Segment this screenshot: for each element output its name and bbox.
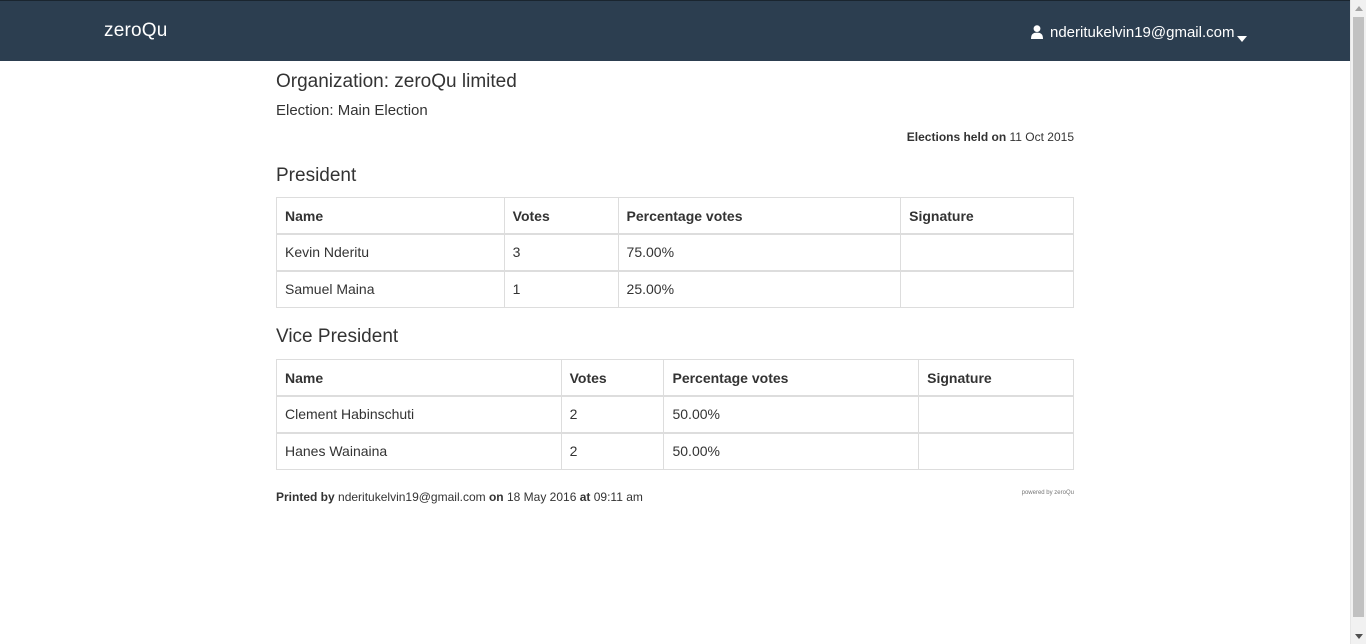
column-header-votes: Votes bbox=[503, 197, 619, 235]
brand-link[interactable]: zeroQu bbox=[104, 20, 168, 42]
top-navbar: zeroQu nderitukelvin19@gmail.com bbox=[0, 0, 1350, 61]
candidate-name: Clement Habinschuti bbox=[276, 395, 562, 433]
printed-by-email: nderitukelvin19@gmail.com bbox=[338, 490, 486, 504]
printed-by-label: Printed by bbox=[276, 490, 335, 504]
candidate-name: Kevin Nderitu bbox=[276, 233, 505, 271]
table-header-row: Name Votes Percentage votes Signature bbox=[276, 197, 1074, 235]
printed-at-label: at bbox=[579, 490, 591, 504]
results-table-president: Name Votes Percentage votes Signature Ke… bbox=[276, 197, 1074, 308]
candidate-signature bbox=[918, 395, 1074, 433]
candidate-votes: 1 bbox=[503, 269, 619, 308]
scroll-up-arrow-icon[interactable] bbox=[1351, 0, 1366, 16]
candidate-votes: 3 bbox=[503, 233, 619, 271]
column-header-votes: Votes bbox=[560, 359, 665, 397]
table-row: Kevin Nderitu 3 75.00% bbox=[276, 233, 1074, 271]
election-date: Elections held on 11 Oct 2015 bbox=[907, 130, 1074, 144]
table-header-row: Name Votes Percentage votes Signature bbox=[276, 359, 1074, 397]
printed-by-line: Printed by nderitukelvin19@gmail.com on … bbox=[276, 490, 643, 504]
candidate-votes: 2 bbox=[560, 431, 665, 470]
printed-on-label: on bbox=[488, 490, 504, 504]
candidate-votes: 2 bbox=[560, 395, 665, 433]
position-title-vice-president: Vice President bbox=[276, 326, 399, 347]
powered-by-text: powered by zeroQu bbox=[1021, 490, 1074, 496]
candidate-signature bbox=[918, 431, 1074, 470]
table-row: Clement Habinschuti 2 50.00% bbox=[276, 395, 1074, 433]
vertical-scrollbar[interactable] bbox=[1350, 0, 1366, 644]
candidate-percentage: 75.00% bbox=[617, 233, 902, 271]
candidate-signature bbox=[900, 269, 1074, 308]
table-row: Samuel Maina 1 25.00% bbox=[276, 269, 1074, 308]
printed-time: 09:11 am bbox=[593, 490, 643, 504]
candidate-percentage: 50.00% bbox=[663, 395, 920, 433]
scroll-down-arrow-icon[interactable] bbox=[1351, 628, 1366, 644]
user-email: nderitukelvin19@gmail.com bbox=[1050, 23, 1235, 41]
candidate-name: Samuel Maina bbox=[276, 269, 505, 308]
election-date-label: Elections held on bbox=[906, 130, 1007, 144]
caret-down-icon bbox=[1237, 29, 1248, 42]
user-menu-dropdown[interactable]: nderitukelvin19@gmail.com bbox=[1031, 22, 1248, 42]
column-header-name: Name bbox=[276, 359, 562, 397]
candidate-percentage: 25.00% bbox=[617, 269, 902, 308]
column-header-percentage: Percentage votes bbox=[617, 197, 902, 235]
election-title: Election: Main Election bbox=[276, 102, 428, 119]
column-header-signature: Signature bbox=[918, 359, 1074, 397]
column-header-percentage: Percentage votes bbox=[663, 359, 920, 397]
candidate-percentage: 50.00% bbox=[663, 431, 920, 470]
column-header-signature: Signature bbox=[900, 197, 1074, 235]
candidate-signature bbox=[900, 233, 1074, 271]
results-table-vice-president: Name Votes Percentage votes Signature Cl… bbox=[276, 359, 1074, 470]
candidate-name: Hanes Wainaina bbox=[276, 431, 562, 470]
organization-title: Organization: zeroQu limited bbox=[276, 71, 517, 92]
user-icon bbox=[1031, 25, 1043, 39]
column-header-name: Name bbox=[276, 197, 505, 235]
position-title-president: President bbox=[276, 165, 357, 186]
printed-date: 18 May 2016 bbox=[506, 490, 577, 504]
table-row: Hanes Wainaina 2 50.00% bbox=[276, 431, 1074, 470]
election-date-value: 11 Oct 2015 bbox=[1009, 130, 1075, 144]
scrollbar-thumb[interactable] bbox=[1353, 17, 1364, 617]
